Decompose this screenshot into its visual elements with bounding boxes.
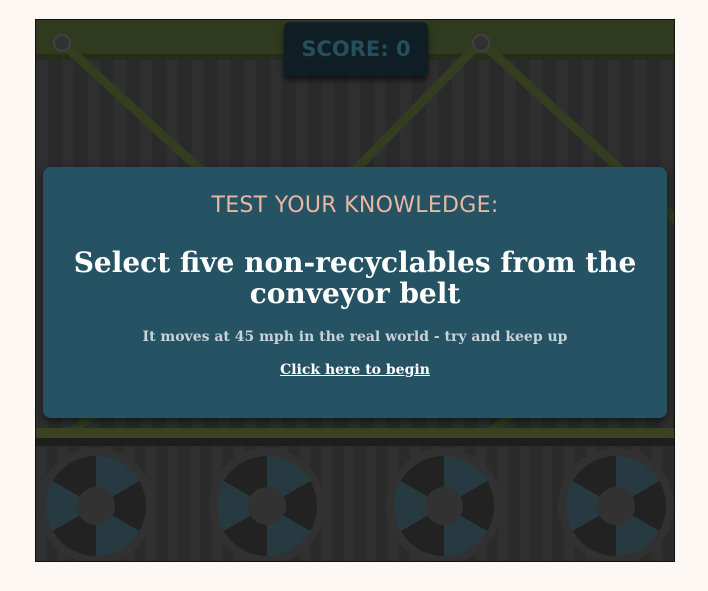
intro-modal: TEST YOUR KNOWLEDGE: Select five non-rec… (43, 167, 667, 418)
intro-title: Select five non-recyclables from the con… (73, 246, 637, 310)
score-value: 0 (396, 37, 411, 61)
score-label: SCORE: (301, 37, 389, 61)
score-text: SCORE: 0 (301, 37, 410, 61)
intro-heading: TEST YOUR KNOWLEDGE: (211, 193, 499, 218)
game-canvas: SCORE: 0 TEST YOUR KNOWLEDGE: Select fiv… (35, 19, 675, 562)
intro-subtitle: It moves at 45 mph in the real world - t… (142, 329, 568, 345)
score-display: SCORE: 0 (284, 22, 428, 76)
begin-link[interactable]: Click here to begin (43, 362, 667, 378)
